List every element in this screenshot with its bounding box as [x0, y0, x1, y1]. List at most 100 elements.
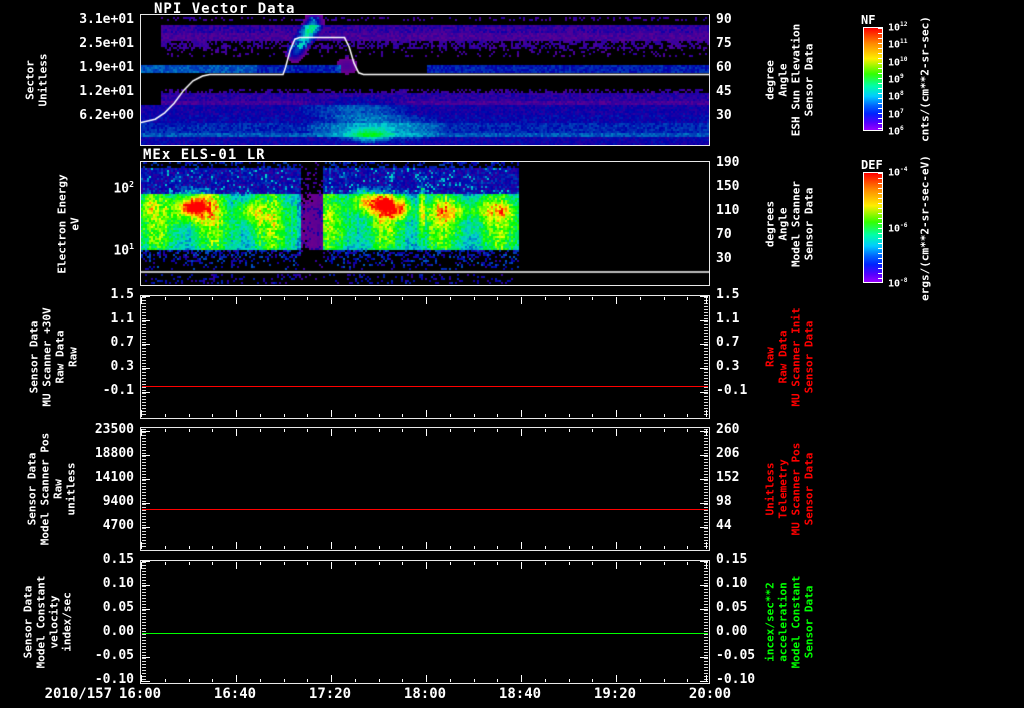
time-tick [165, 546, 166, 549]
time-tick [474, 679, 475, 682]
time-tick [212, 546, 213, 549]
y-axis-label-right: Angle [776, 206, 790, 241]
y-major-tick-right [700, 392, 708, 393]
time-tick [687, 414, 688, 417]
time-tick [331, 675, 332, 682]
time-tick [497, 414, 498, 417]
y-tick-label-right: 0.00 [716, 624, 748, 639]
y-major-tick-right [700, 609, 708, 610]
time-tick [402, 562, 403, 565]
y-tick-label-right: 0.05 [716, 600, 748, 615]
time-tick [284, 297, 285, 300]
time-tick [426, 429, 427, 436]
time-tick [521, 429, 522, 436]
time-tick [592, 546, 593, 549]
panel-velocity [140, 560, 710, 684]
time-tick [474, 562, 475, 565]
colorbar-tick-label: 1010 [888, 56, 908, 69]
time-tick [189, 679, 190, 682]
panel-mu30v [140, 295, 710, 419]
plot-screen: NPI Vector Data MEx ELS-01 LR 2010/157 3… [0, 0, 1024, 708]
time-tick [640, 414, 641, 417]
y-major-tick-left [142, 657, 150, 658]
y-tick-label-right: -0.10 [716, 672, 756, 687]
time-tick [331, 542, 332, 549]
y-major-tick-right [700, 479, 708, 480]
time-tick [687, 429, 688, 432]
y-tick-label-right: 30 [716, 251, 732, 266]
time-tick [212, 414, 213, 417]
y-major-tick-right [700, 527, 708, 528]
series-line-scanpos [142, 509, 708, 510]
y-tick-label-left: 3.1e+01 [79, 12, 134, 27]
time-tick [379, 679, 380, 682]
time-tick [521, 562, 522, 569]
y-axis-label-right: Model Scanner [789, 180, 803, 267]
y-axis-label-left: MU Scanner +30V [40, 307, 54, 407]
y-tick-label-right: 98 [716, 494, 732, 509]
y-tick-label-right: -0.05 [716, 648, 756, 663]
time-tick [355, 414, 356, 417]
colorbar-tick-label: 109 [888, 73, 904, 86]
time-tick [260, 562, 261, 565]
time-tick [189, 429, 190, 432]
y-axis-label-right: Sensor Data [802, 187, 816, 260]
time-tick [545, 679, 546, 682]
time-axis-label: 18:40 [498, 686, 542, 702]
time-axis-label: 19:20 [593, 686, 637, 702]
time-tick [474, 429, 475, 432]
time-tick [165, 679, 166, 682]
npi-spectrogram-canvas [141, 15, 709, 145]
y-tick-label-right: 1.1 [716, 311, 740, 326]
colorbar-tick-label: 1012 [888, 21, 908, 34]
time-tick [640, 679, 641, 682]
y-axis-label-left: Raw [66, 347, 80, 367]
time-tick [521, 675, 522, 682]
y-tick-label-left: 1.1 [110, 311, 134, 326]
time-tick [212, 562, 213, 565]
time-tick [450, 429, 451, 432]
time-tick [616, 675, 617, 682]
time-tick [426, 410, 427, 417]
y-minor-ticks-left [142, 297, 146, 417]
y-tick-label-right: 206 [716, 446, 740, 461]
colorbar-title-def: DEF [861, 158, 883, 172]
y-tick-label-left: -0.1 [102, 383, 134, 398]
time-tick [141, 542, 142, 549]
time-tick [687, 679, 688, 682]
time-tick [212, 297, 213, 300]
time-tick [497, 429, 498, 432]
time-tick [545, 429, 546, 432]
y-tick-label-left: 2.5e+01 [79, 36, 134, 51]
y-tick-label-left: 1.9e+01 [79, 60, 134, 75]
y-axis-label-left: index/sec [60, 592, 74, 652]
y-axis-label-right: Model Constant [789, 575, 803, 669]
time-tick [307, 546, 308, 549]
y-major-tick-right [700, 503, 708, 504]
time-tick [379, 297, 380, 300]
colorbar-tick-label: 107 [888, 108, 904, 121]
time-tick [450, 546, 451, 549]
y-axis-label-left: Raw [51, 479, 65, 499]
time-tick [307, 429, 308, 432]
time-tick [474, 414, 475, 417]
time-tick [640, 546, 641, 549]
colorbar-tick-label: 10-8 [888, 277, 908, 290]
y-major-tick-right [700, 657, 708, 658]
time-tick [569, 679, 570, 682]
y-tick-label-right: 30 [716, 108, 732, 123]
time-tick [236, 410, 237, 417]
time-tick [706, 562, 707, 569]
y-axis-label-left: Sensor Data [21, 585, 35, 659]
y-tick-label-right: 90 [716, 12, 732, 27]
y-major-tick-left [142, 344, 150, 345]
time-tick [331, 429, 332, 436]
time-tick [664, 679, 665, 682]
time-tick [284, 429, 285, 432]
time-tick [355, 546, 356, 549]
y-tick-label-left: -0.10 [94, 672, 134, 687]
series-line-mu30v [142, 386, 708, 387]
time-tick [706, 542, 707, 549]
y-tick-label-left: 1.2e+01 [79, 84, 134, 99]
y-major-tick-left [142, 585, 150, 586]
